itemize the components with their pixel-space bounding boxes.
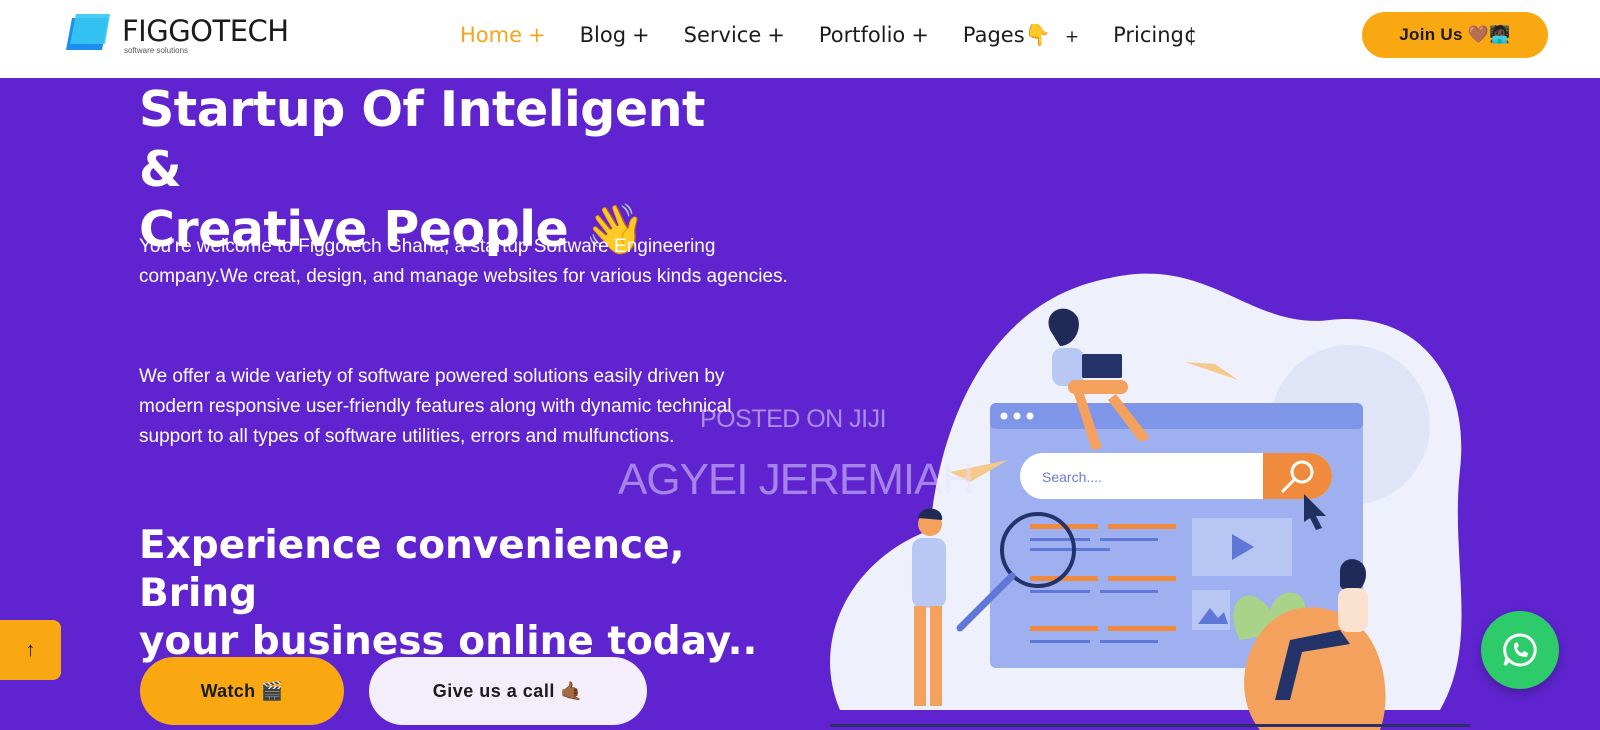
logo-icon bbox=[66, 14, 110, 50]
nav-plus-icon: + bbox=[1064, 26, 1080, 47]
nav-item-service[interactable]: Service + bbox=[684, 23, 785, 47]
give-us-a-call-button[interactable]: Give us a call 🤙🏾 bbox=[369, 657, 647, 725]
nav-label: Pricing¢ bbox=[1113, 23, 1198, 47]
nav-plus-icon: + bbox=[911, 23, 929, 47]
hero-title-line1: Startup Of Inteligent & bbox=[139, 81, 705, 198]
watermark-posted-on: POSTED ON JIJI bbox=[700, 405, 887, 433]
nav-plus-icon: + bbox=[767, 23, 785, 47]
scroll-to-top-button[interactable]: ↑ bbox=[0, 620, 61, 680]
nav-label: Service bbox=[683, 23, 762, 47]
nav-label: Pages👇 bbox=[962, 22, 1051, 47]
brand-logo[interactable]: FIGGOTECH software solutions bbox=[62, 12, 312, 58]
hero-intro-paragraph: You're welcome to Figgotech Ghana, a sta… bbox=[139, 236, 788, 287]
search-placeholder: Search.... bbox=[1042, 469, 1102, 485]
nav-label: Portfolio bbox=[818, 23, 906, 47]
whatsapp-button[interactable] bbox=[1481, 611, 1559, 689]
main-nav: Home + Blog + Service + Portfolio + Pages👇 + … bbox=[460, 0, 1231, 70]
brand-tagline: software solutions bbox=[124, 46, 189, 55]
nav-label: Home bbox=[460, 23, 523, 47]
arrow-up-icon: ↑ bbox=[25, 638, 36, 661]
watch-button[interactable]: Watch 🎬 bbox=[140, 657, 344, 725]
nav-item-pricing[interactable]: Pricing¢ bbox=[1113, 23, 1197, 47]
join-us-button[interactable]: Join Us 🤎🧑🏿‍💻 bbox=[1362, 12, 1548, 58]
nav-label: Blog bbox=[579, 23, 627, 47]
site-header: FIGGOTECH software solutions Home + Blog +… bbox=[0, 0, 1600, 78]
browser-titlebar bbox=[990, 403, 1363, 429]
cta-heading: Experience convenience, Bring your busin… bbox=[139, 522, 779, 666]
search-button bbox=[1263, 453, 1332, 499]
hero-services-paragraph: We offer a wide variety of software powe… bbox=[139, 366, 732, 447]
nav-plus-icon: + bbox=[632, 23, 650, 47]
cta-line1: Experience convenience, Bring bbox=[139, 523, 685, 616]
watermark-author: AGYEI JEREMIAH bbox=[618, 455, 974, 504]
nav-plus-icon: + bbox=[528, 23, 546, 47]
brand-name: FIGGOTECH bbox=[122, 14, 289, 48]
nav-item-pages[interactable]: Pages👇 + bbox=[963, 23, 1079, 48]
whatsapp-icon bbox=[1503, 633, 1537, 667]
nav-item-portfolio[interactable]: Portfolio + bbox=[819, 23, 929, 47]
nav-item-blog[interactable]: Blog + bbox=[580, 23, 650, 47]
nav-item-home[interactable]: Home + bbox=[460, 23, 546, 47]
